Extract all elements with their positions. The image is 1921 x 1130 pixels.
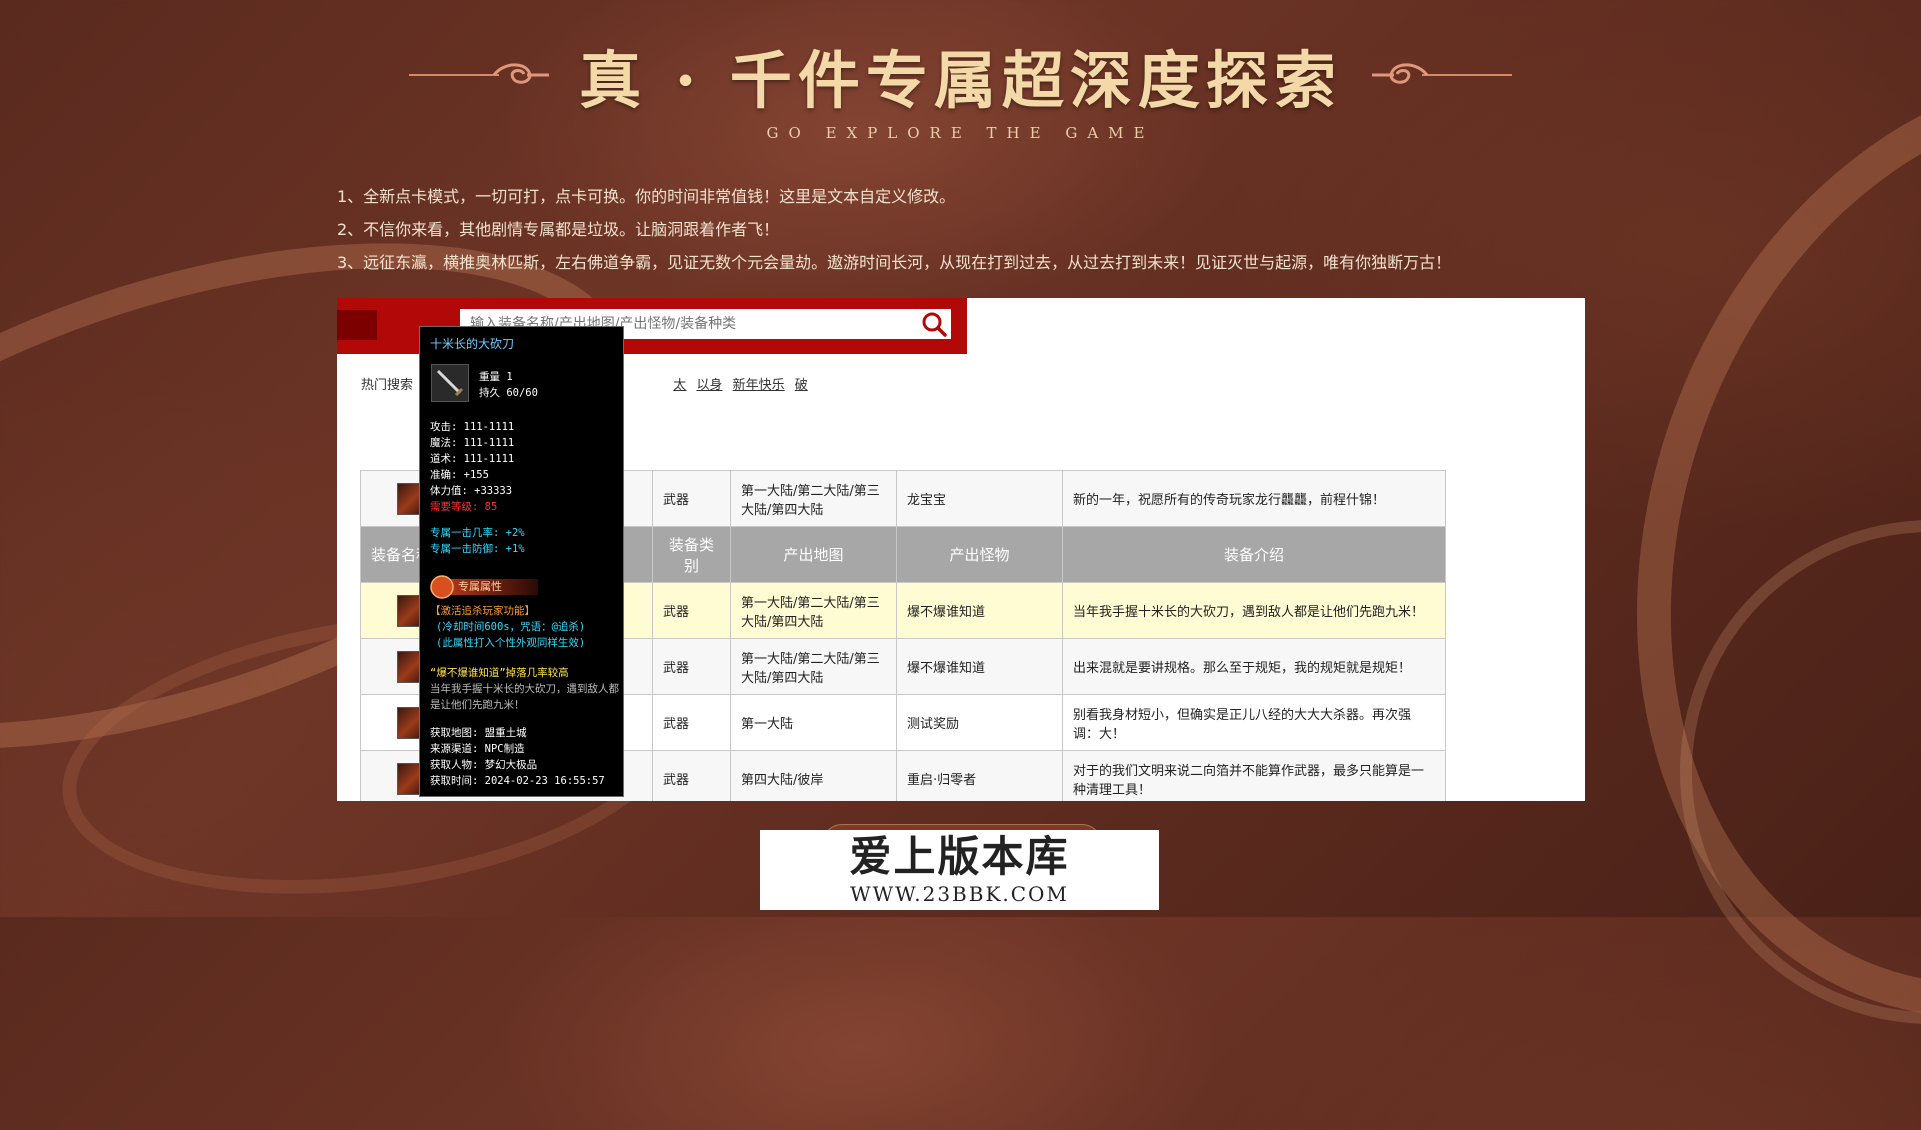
category-cell: 武器 (652, 582, 731, 639)
tooltip-weight: 重量 1 (479, 371, 513, 383)
intro-line: 3、远征东瀛，横推奥林匹斯，左右佛道争霸，见证无数个元会量劫。遨游时间长河，从现… (337, 253, 1452, 272)
map-cell: 第一大陆/第二大陆/第三大陆/第四大陆 (730, 638, 897, 695)
category-cell: 武器 (652, 694, 731, 751)
watermark-url: WWW.23BBK.COM (850, 882, 1069, 906)
monster-cell: 重启·归零者 (896, 750, 1063, 801)
map-cell: 第四大陆/彼岸 (730, 750, 897, 801)
intro-line: 1、全新点卡模式，一切可打，点卡可换。你的时间非常值钱！这里是文本自定义修改。 (337, 187, 956, 206)
sword-icon (431, 364, 469, 402)
monster-cell: 测试奖励 (896, 694, 1063, 751)
intro-list: 1、全新点卡模式，一切可打，点卡可换。你的时间非常值钱！这里是文本自定义修改。 … (337, 180, 1451, 279)
watermark: 爱上版本库 WWW.23BBK.COM (760, 830, 1159, 910)
search-icon (922, 312, 947, 337)
column-header: 装备类别 (652, 526, 731, 583)
map-cell: 第一大陆 (730, 694, 897, 751)
tooltip-stat: 体力值: +33333 (430, 485, 513, 497)
column-header: 装备介绍 (1062, 526, 1446, 583)
tooltip-stats: 攻击: 111-1111 魔法: 111-1111 道术: 111-1111 准… (430, 419, 514, 515)
search-bar-tab[interactable] (337, 310, 377, 340)
desc-cell: 别看我身材短小，但确实是正儿八经的大大大杀器。再次强调：大！ (1062, 694, 1446, 751)
monster-cell: 龙宝宝 (896, 470, 1063, 527)
tooltip-durability: 持久 60/60 (479, 387, 538, 399)
tooltip-exclusive-line: 专属一击几率: +2% (430, 527, 525, 539)
hot-search-term[interactable]: 太 (673, 378, 686, 393)
tooltip-exclusive-line: 专属一击防御: +1% (430, 543, 525, 555)
tooltip-skill-title: 【激活追杀玩家功能】 (430, 605, 535, 617)
hot-search-term[interactable]: 破 (795, 378, 808, 393)
hot-search-label: 热门搜索 (361, 378, 414, 393)
exclusive-badge-label: 专属属性 (458, 580, 502, 593)
tooltip-stat: 魔法: 111-1111 (430, 437, 515, 449)
page-subtitle: GO EXPLORE THE GAME (766, 124, 1155, 142)
tooltip-item-name: 十米长的大砍刀 (430, 337, 515, 351)
page-title-text: 真 · 千件专属超深度探索 (579, 44, 1342, 117)
hot-search-term[interactable]: 以身 (696, 378, 722, 393)
tooltip-obtain: 获取地图: 盟重土城 来源渠道: NPC制造 获取人物: 梦幻大极品 获取时间:… (430, 725, 605, 789)
sword-icon-svg (436, 369, 464, 397)
tooltip-requirement: 需要等级: 85 (430, 501, 498, 513)
tooltip-obtain-line: 获取地图: 盟重土城 (430, 727, 527, 739)
page-title: 真 · 千件专属超深度探索 (409, 30, 1512, 120)
tooltip-exclusive: 专属一击几率: +2% 专属一击防御: +1% (430, 525, 525, 557)
desc-cell: 对于的我们文明来说二向箔并不能算作武器，最多只能算是一种清理工具！ (1062, 750, 1446, 801)
tooltip-obtain-line: 来源渠道: NPC制造 (430, 743, 525, 755)
tooltip-drop: “爆不爆谁知道”掉落几率较高 当年我手握十米长的大砍刀，遇到敌人都是让他们先跑九… (430, 665, 623, 713)
category-cell: 武器 (652, 750, 731, 801)
tooltip-stat: 道术: 111-1111 (430, 453, 515, 465)
monster-cell: 爆不爆谁知道 (896, 582, 1063, 639)
cloud-ornament-right-icon (1371, 63, 1512, 84)
desc-cell: 新的一年，祝愿所有的传奇玩家龙行龘龘，前程什锦！ (1062, 470, 1446, 527)
exclusive-badge: 专属属性 (430, 575, 540, 599)
tooltip-basic: 重量 1 持久 60/60 (479, 369, 538, 401)
tooltip-skill-line: (冷却时间600s，咒语：@追杀) (436, 621, 586, 633)
tooltip-drop-title: “爆不爆谁知道”掉落几率较高 (430, 667, 569, 679)
search-button[interactable] (917, 309, 951, 339)
tooltip-obtain-line: 获取时间: 2024-02-23 16:55:57 (430, 775, 605, 787)
intro-line: 2、不信你来看，其他剧情专属都是垃圾。让脑洞跟着作者飞！ (337, 220, 780, 239)
monster-cell: 爆不爆谁知道 (896, 638, 1063, 695)
tooltip-obtain-line: 获取人物: 梦幻大极品 (430, 759, 538, 771)
tooltip-stat: 准确: +155 (430, 469, 489, 481)
map-cell: 第一大陆/第二大陆/第三大陆/第四大陆 (730, 582, 897, 639)
map-cell: 第一大陆/第二大陆/第三大陆/第四大陆 (730, 470, 897, 527)
column-header: 产出地图 (730, 526, 897, 583)
tooltip-skill: 【激活追杀玩家功能】 (冷却时间600s，咒语：@追杀) (此属性打入个性外观同… (430, 603, 585, 651)
watermark-title: 爱上版本库 (849, 832, 1070, 881)
hot-search-term[interactable]: 新年快乐 (733, 378, 785, 393)
tooltip-drop-desc: 当年我手握十米长的大砍刀，遇到敌人都是让他们先跑九米！ (430, 683, 619, 711)
item-tooltip: 十米长的大砍刀 重量 1 持久 60/60 攻击: 111-1111 魔法: 1… (419, 326, 624, 797)
desc-cell: 当年我手握十米长的大砍刀，遇到敌人都是让他们先跑九米！ (1062, 582, 1446, 639)
column-header: 产出怪物 (896, 526, 1063, 583)
category-cell: 武器 (652, 638, 731, 695)
cloud-ornament-left-icon (409, 63, 550, 84)
tooltip-stat: 攻击: 111-1111 (430, 421, 515, 433)
tooltip-skill-line: (此属性打入个性外观同样生效) (436, 637, 586, 649)
category-cell: 武器 (652, 470, 731, 527)
page-header: 真 · 千件专属超深度探索 GO EXPLORE THE GAME (0, 30, 1921, 142)
desc-cell: 出来混就是要讲规格。那么至于规矩，我的规矩就是规矩！ (1062, 638, 1446, 695)
